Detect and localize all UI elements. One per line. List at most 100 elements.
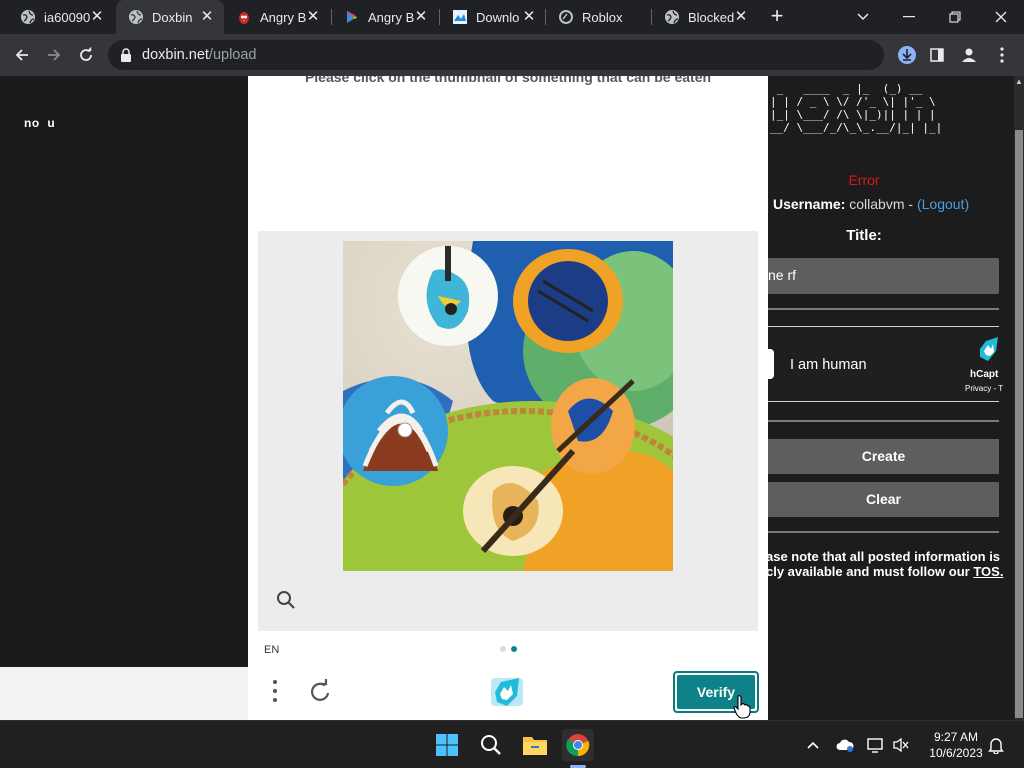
refresh-icon[interactable] [307, 679, 333, 705]
hcaptcha-brand: hCapt [970, 369, 999, 380]
hcaptcha-links[interactable]: Privacy - T [965, 384, 1003, 393]
left-text: no u [24, 116, 56, 130]
upload-form-panel: _ ____ _ |_ (_) __ | | / _ \ \/ /'_ \| |… [762, 76, 1014, 720]
globe-icon [664, 9, 680, 25]
lock-icon[interactable] [120, 48, 132, 62]
title-label: Title: [846, 227, 882, 244]
side-panel-button[interactable] [923, 41, 951, 69]
chevron-down-icon [857, 13, 869, 21]
restore-button[interactable] [932, 0, 978, 34]
globe-icon [128, 9, 144, 25]
tab-label: Doxbin [152, 9, 193, 25]
separator-dash: - [908, 196, 914, 212]
download-site-icon [452, 9, 468, 25]
hcaptcha-widget[interactable]: I am human hCapt Privacy - T [762, 326, 1003, 402]
tos-note-text: ase note that all posted information is … [766, 549, 1001, 579]
divider [768, 308, 999, 310]
cloud-icon [836, 739, 854, 752]
web-page: no u _ ____ _ |_ (_) __ | | / _ \ \/ /'_… [0, 76, 1024, 720]
challenge-image-art[interactable] [343, 241, 673, 571]
close-icon [995, 11, 1007, 23]
ascii-logo: _ ____ _ |_ (_) __ | | / _ \ \/ /'_ \| |… [770, 82, 943, 134]
new-tab-button[interactable]: + [765, 5, 789, 29]
downloads-button[interactable] [893, 41, 921, 69]
tos-link[interactable]: TOS. [973, 564, 1003, 579]
divider [768, 531, 999, 533]
browser-tab-strip: ia60090 ✕ Doxbin ✕ Angry B ✕ Angry B ✕ D… [0, 0, 1024, 34]
restore-icon [949, 11, 961, 23]
kebab-menu-icon[interactable] [268, 678, 282, 704]
hcaptcha-challenge-dialog: Please click on the thumbnail of somethi… [248, 76, 768, 720]
tab-roblox[interactable]: Roblox [546, 0, 652, 34]
show-hidden-icons-button[interactable] [803, 735, 823, 755]
tab-blocked[interactable]: Blocked ✕ [652, 0, 758, 34]
tab-download[interactable]: Downlo ✕ [440, 0, 546, 34]
error-message: Error [848, 172, 880, 188]
page-dot-2 [511, 646, 517, 652]
profile-icon [962, 48, 976, 62]
network-tray[interactable] [866, 735, 886, 755]
logout-link[interactable]: (Logout) [917, 196, 969, 212]
zoom-icon[interactable] [275, 589, 297, 611]
forward-arrow-icon [48, 49, 61, 61]
close-icon[interactable]: ✕ [520, 8, 538, 26]
tab-angry-birds-2[interactable]: Angry B ✕ [332, 0, 438, 34]
back-arrow-icon [15, 49, 28, 61]
file-explorer-icon [523, 737, 547, 755]
notifications-button[interactable] [986, 735, 1006, 755]
kebab-menu-icon [1000, 47, 1004, 63]
close-icon[interactable]: ✕ [412, 8, 430, 26]
challenge-image[interactable] [343, 241, 673, 571]
scrollbar-thumb[interactable] [1015, 130, 1023, 718]
hcaptcha-checkbox-label: I am human [790, 357, 867, 373]
start-button[interactable] [431, 729, 463, 761]
close-icon[interactable]: ✕ [88, 8, 106, 26]
menu-button[interactable] [988, 41, 1016, 69]
create-button[interactable]: Create [768, 439, 999, 474]
close-window-button[interactable] [978, 0, 1024, 34]
tab-search-button[interactable] [840, 0, 886, 34]
scroll-up-arrow-icon[interactable]: ▲ [1014, 76, 1024, 88]
close-icon[interactable]: ✕ [198, 8, 216, 26]
network-icon [867, 738, 883, 753]
close-icon[interactable]: ✕ [304, 8, 322, 26]
download-icon [898, 46, 916, 64]
left-panel: no u [0, 76, 248, 667]
reload-button[interactable] [72, 41, 100, 69]
address-bar[interactable]: doxbin.net/upload [108, 40, 884, 70]
google-play-icon [344, 9, 360, 25]
hcaptcha-logo-icon [491, 678, 523, 706]
tab-angry-birds-1[interactable]: Angry B ✕ [224, 0, 330, 34]
hcaptcha-logo-icon [980, 337, 998, 361]
angry-bird-icon [236, 9, 252, 25]
tab-doxbin[interactable]: Doxbin ✕ [116, 0, 224, 34]
url-host: doxbin.net [142, 47, 209, 63]
file-explorer-button[interactable] [519, 729, 551, 761]
system-clock[interactable]: 9:27 AM 10/6/2023 [918, 729, 994, 761]
back-button[interactable] [8, 41, 36, 69]
page-dot-1 [500, 646, 506, 652]
language-selector[interactable]: EN [264, 644, 279, 656]
chevron-up-icon [807, 741, 819, 749]
tab-ia60090[interactable]: ia60090 ✕ [8, 0, 114, 34]
url-path: /upload [208, 47, 257, 63]
title-input[interactable]: ne rf [768, 258, 999, 294]
challenge-prompt: Please click on the thumbnail of somethi… [304, 76, 712, 85]
tos-note: ase note that all posted information is … [766, 549, 1006, 579]
url-text: doxbin.net/upload [142, 47, 257, 63]
side-panel-icon [930, 48, 944, 62]
taskbar-search-button[interactable] [475, 729, 507, 761]
reload-icon [80, 47, 92, 61]
forward-button[interactable] [40, 41, 68, 69]
chrome-taskbar-button[interactable] [562, 729, 594, 761]
windows-taskbar: 9:27 AM 10/6/2023 [0, 720, 1024, 768]
volume-tray[interactable] [891, 735, 911, 755]
profile-button[interactable] [955, 41, 983, 69]
username-line: Username: collabvm - (Logout) [773, 196, 969, 212]
clear-button[interactable]: Clear [768, 482, 999, 517]
volume-muted-icon [893, 737, 909, 753]
search-icon [481, 735, 501, 755]
onedrive-tray[interactable] [835, 735, 855, 755]
close-icon[interactable]: ✕ [732, 8, 750, 26]
minimize-button[interactable] [886, 0, 932, 34]
